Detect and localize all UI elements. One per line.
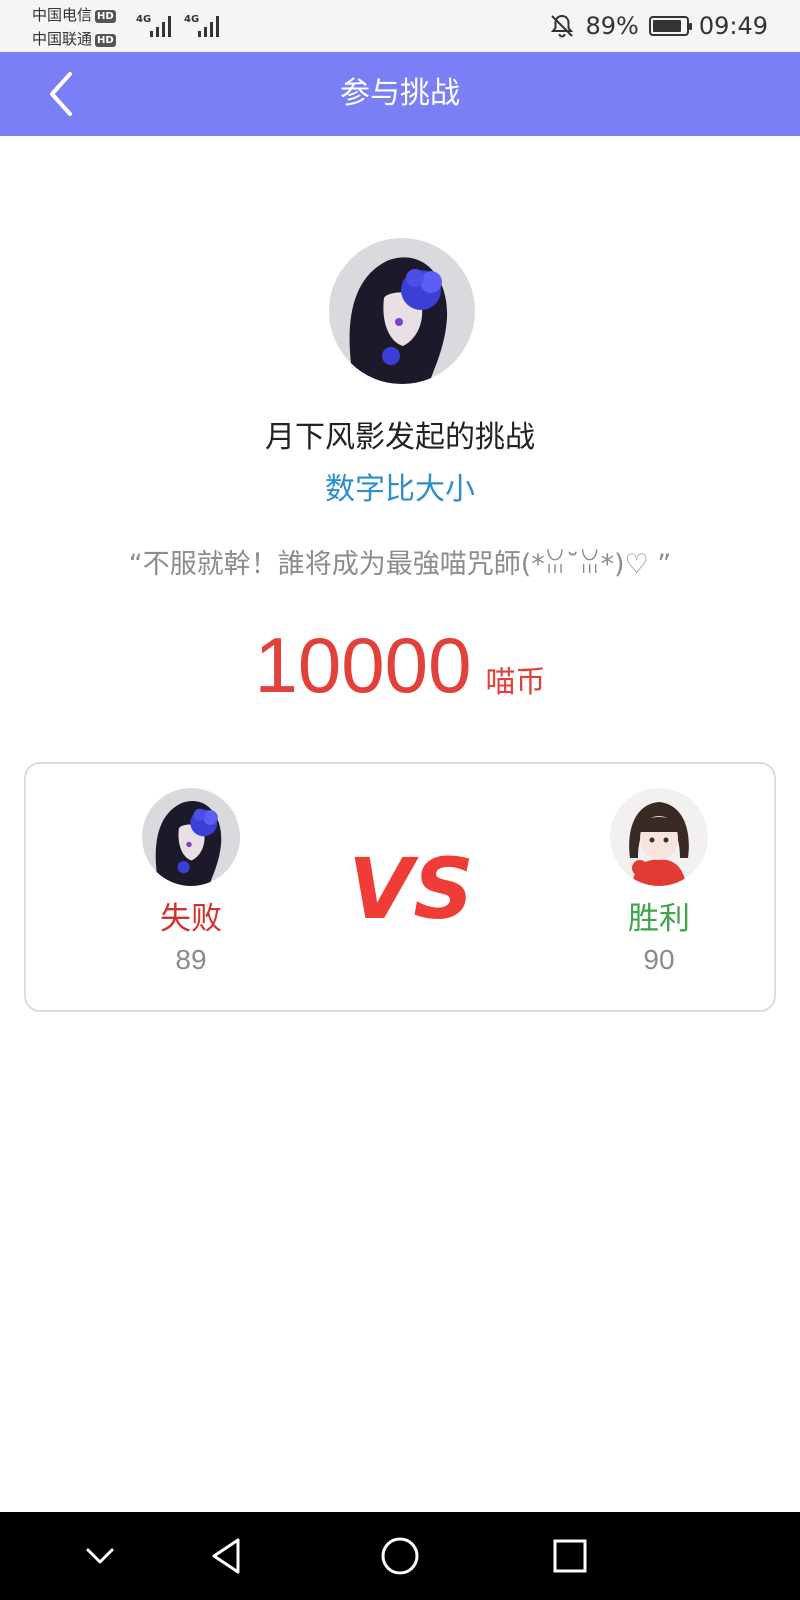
hd-badge-1: HD [95, 10, 116, 23]
vs-mark: VS [348, 844, 474, 934]
left-player-result: 失败 [160, 901, 222, 937]
battery-fill [652, 20, 681, 32]
carrier-2-label: 中国联通 [32, 30, 93, 48]
home-circle-icon [381, 1537, 419, 1575]
hd-badge-2: HD [95, 34, 116, 47]
challenger-avatar[interactable] [329, 238, 475, 384]
system-nav-bar [0, 1512, 800, 1600]
network-2-label: 4G [184, 14, 199, 25]
avatar-image [610, 788, 708, 886]
left-player-avatar[interactable] [142, 788, 240, 886]
battle-card: 失败 89 VS 胜利 90 [24, 762, 776, 1012]
carrier-line-2: 中国联通 HD [32, 31, 116, 47]
nav-back-button[interactable] [206, 1534, 250, 1578]
avatar-image [329, 238, 475, 384]
left-player: 失败 89 [121, 788, 261, 976]
vs-label: VS [348, 844, 474, 934]
hide-keyboard-button[interactable] [78, 1534, 122, 1578]
status-right: 89% 09:49 [539, 12, 768, 40]
avatar-image [142, 788, 240, 886]
chevron-down-icon [86, 1548, 114, 1564]
game-name-link[interactable]: 数字比大小 [0, 464, 800, 508]
nav-recents-button[interactable] [548, 1534, 592, 1578]
status-bar: 中国电信 HD 中国联通 HD 4G 4G 89% 09:49 [0, 0, 800, 52]
mute-bell-icon [551, 14, 574, 38]
back-button[interactable] [40, 68, 88, 120]
recents-square-icon [553, 1539, 587, 1573]
right-player-score: 90 [643, 944, 675, 975]
network-1-label: 4G [136, 14, 151, 25]
right-player-avatar[interactable] [610, 788, 708, 886]
signal-icon-2: 4G [184, 14, 219, 37]
clock-time: 09:49 [698, 12, 768, 40]
prize-unit: 喵币 [485, 665, 546, 700]
challenge-title: 月下风影发起的挑战 [265, 420, 535, 455]
right-player-result: 胜利 [628, 901, 690, 937]
battery-percent: 89% [585, 12, 639, 40]
nav-home-button[interactable] [378, 1534, 422, 1578]
back-triangle-icon [212, 1538, 240, 1574]
chevron-left-icon [50, 72, 72, 116]
left-player-score: 89 [175, 944, 207, 975]
prize: 10000 喵币 [0, 620, 800, 711]
carrier-line-1: 中国电信 HD [32, 7, 116, 23]
right-player: 胜利 90 [589, 788, 729, 976]
page-title: 参与挑战 [340, 76, 460, 111]
challenge-slogan: “不服就幹！誰将成为最強喵咒師(*ꈍ˘ꈍ*)♡ ” [128, 549, 672, 580]
battery-icon [648, 16, 692, 36]
carrier-1-label: 中国电信 [32, 6, 93, 24]
prize-amount: 10000 [254, 621, 472, 709]
signal-icon: 4G [136, 14, 171, 37]
app-header: 参与挑战 [0, 52, 800, 136]
